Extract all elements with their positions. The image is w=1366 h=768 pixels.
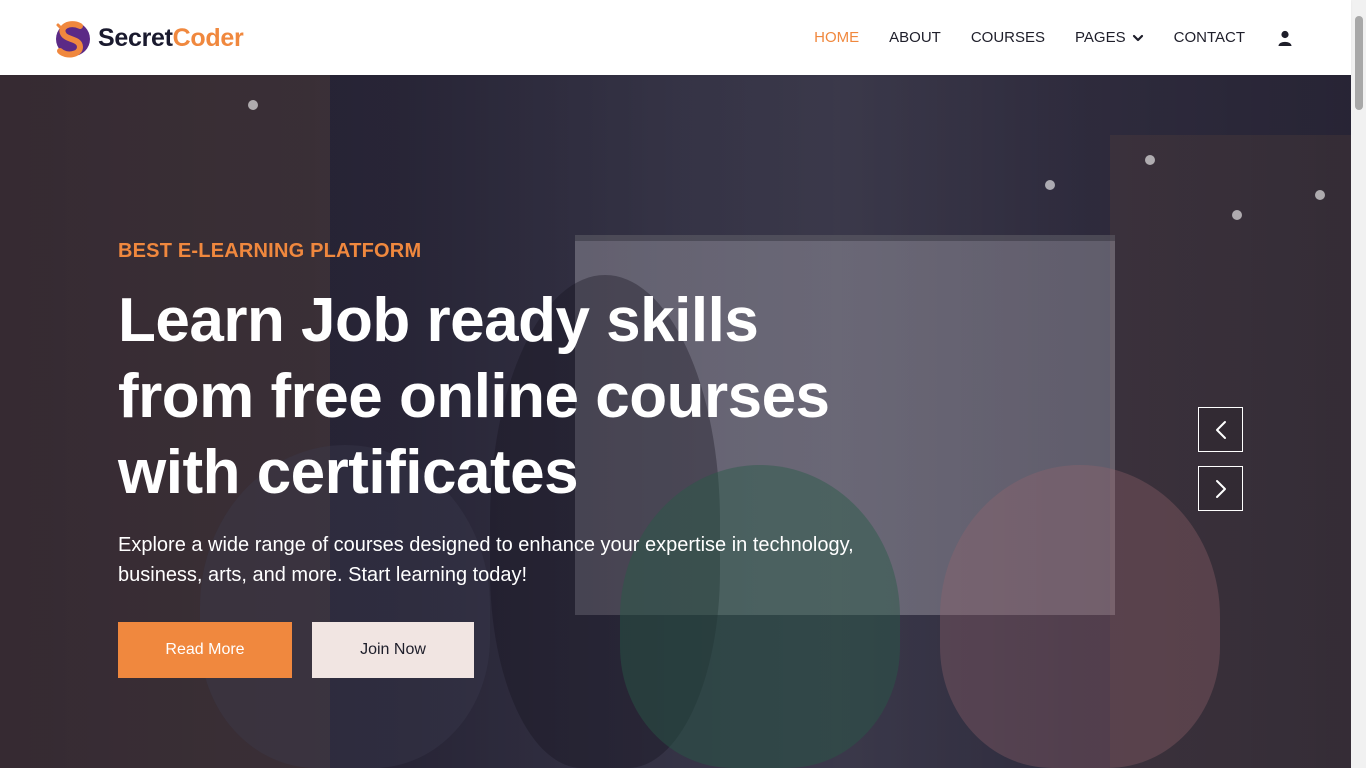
student-figure [940, 465, 1220, 768]
brand-name-coder: Coder [172, 23, 244, 52]
hero-headline: Learn Job ready skills from free online … [118, 286, 830, 507]
scrollbar-thumb[interactable] [1355, 16, 1363, 110]
chevron-right-icon [1215, 479, 1226, 498]
brand-logo[interactable]: SecretCoder [50, 17, 244, 59]
chevron-down-icon [1132, 34, 1143, 41]
brand-name: SecretCoder [98, 23, 244, 53]
ceiling-lamp [1232, 210, 1242, 220]
nav-item-contact[interactable]: CONTACT [1174, 29, 1245, 46]
ceiling-lamp [248, 100, 258, 110]
nav-item-home[interactable]: HOME [814, 29, 859, 46]
carousel-prev-button[interactable] [1198, 407, 1243, 452]
page-scrollbar[interactable] [1351, 0, 1366, 768]
hero-section: BEST E-LEARNING PLATFORM Learn Job ready… [0, 75, 1351, 768]
read-more-button[interactable]: Read More [118, 622, 292, 678]
chevron-left-icon [1215, 420, 1226, 439]
nav-item-about[interactable]: ABOUT [889, 29, 941, 46]
carousel-next-button[interactable] [1198, 466, 1243, 511]
hero-subtext: Explore a wide range of courses designed… [118, 534, 854, 586]
ceiling-lamp [1315, 190, 1325, 200]
main-nav: HOME ABOUT COURSES PAGES CONTACT [784, 0, 1293, 75]
navbar: SecretCoder HOME ABOUT COURSES PAGES CON… [0, 0, 1351, 75]
nav-item-courses[interactable]: COURSES [971, 29, 1045, 46]
join-now-button[interactable]: Join Now [312, 622, 474, 678]
secretcoder-logo-icon [56, 21, 90, 58]
user-icon[interactable] [1277, 30, 1293, 46]
brand-name-secret: Secret [98, 23, 173, 52]
hero-eyebrow: BEST E-LEARNING PLATFORM [118, 240, 422, 262]
ceiling-lamp [1145, 155, 1155, 165]
nav-item-pages-label: PAGES [1075, 29, 1126, 46]
nav-item-pages[interactable]: PAGES [1075, 29, 1144, 46]
ceiling-lamp [1045, 180, 1055, 190]
